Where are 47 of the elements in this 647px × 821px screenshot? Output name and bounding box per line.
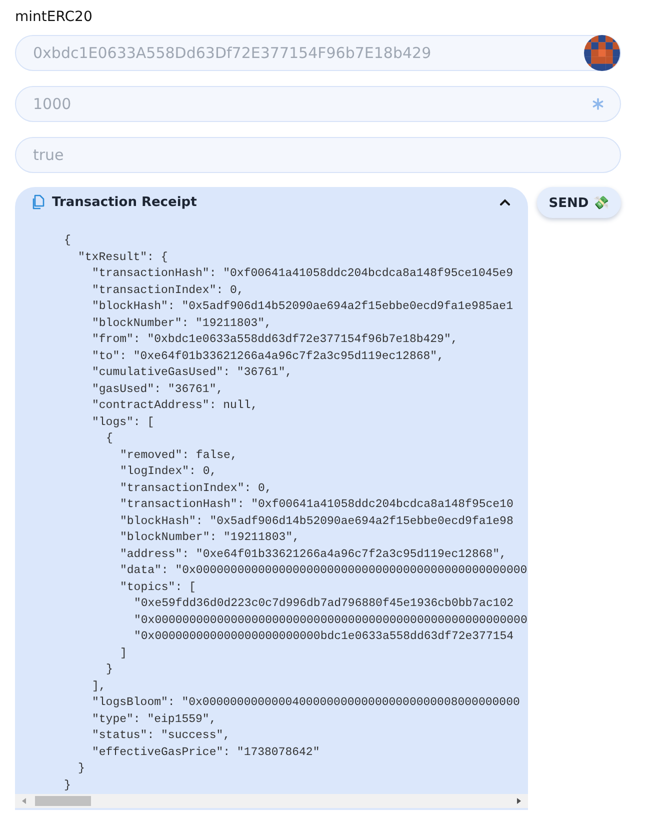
code-line: "to": "0xe64f01b33621266a4a96c7f2a3c95d119ec12868",: [92, 350, 444, 362]
code-line: ],: [92, 680, 106, 692]
code-line: "logsBloom": "0x0000000000000400000000000000000000008000000000: [92, 696, 520, 709]
code-line: {: [106, 432, 113, 445]
code-line: }: [64, 778, 71, 792]
send-button[interactable]: SEND 💸: [537, 187, 621, 218]
code-line: "blockHash": "0x5adf906d14b52090ae694a2f15ebbe0ecd9fa1e98: [120, 514, 514, 528]
avatar-icon: [584, 35, 620, 71]
code-line: "address": "0xe64f01b33621266a4a96c7f2a3c95d119ec12868",: [120, 548, 506, 560]
code-line: "status": "success",: [92, 729, 230, 742]
code-line: "removed": false,: [120, 448, 238, 462]
copy-icon[interactable]: [30, 194, 46, 210]
input-field[interactable]: true: [15, 137, 621, 173]
scroll-right-icon[interactable]: [516, 797, 522, 805]
code-line: "transactionHash": "0xf00641a41058ddc204bcdca8a148f95ce10: [120, 498, 514, 511]
code-line: "data": "0x000000000000000000000000000000000000000000000000: [120, 564, 528, 577]
code-line: "type": "eip1559",: [92, 712, 216, 726]
code-line: "contractAddress": null,: [92, 399, 258, 412]
code-line: "topics": [: [120, 580, 196, 594]
code-line: "0x000000000000000000000000bdc1e0633a558dd63df72e377154: [134, 630, 514, 643]
code-line: ]: [120, 646, 127, 660]
code-line: "effectiveGasPrice": "1738078642": [92, 746, 320, 758]
input-field[interactable]: 0xbdc1E0633A558Dd63Df72E377154F96b7E18b429: [15, 35, 621, 71]
input-field[interactable]: 1000: [15, 86, 621, 122]
asterisk-icon: [592, 98, 604, 110]
code-line: "transactionIndex": 0,: [92, 284, 244, 296]
function-title: mintERC20: [15, 8, 94, 26]
scroll-left-icon[interactable]: [21, 797, 27, 805]
code-line: "blockNumber": "19211803",: [92, 316, 272, 330]
code-line: "0xe59fdd36d0d223c0c7d996db7ad796880f45e1936cb0bb7ac102: [134, 597, 514, 610]
panel-title: Transaction Receipt: [52, 194, 198, 210]
code-line: "transactionIndex": 0,: [120, 482, 272, 494]
code-line: }: [106, 663, 113, 676]
code-line: "logs": [: [92, 416, 154, 428]
code-line: {: [64, 234, 71, 247]
code-line: "logIndex": 0,: [120, 465, 217, 478]
code-line: "0x000000000000000000000000000000000000000000000000000000: [134, 614, 528, 626]
caret-icon[interactable]: [499, 198, 511, 206]
code-line: "txResult": {: [78, 250, 168, 264]
code-line: "cumulativeGasUsed": "36761",: [92, 366, 292, 379]
code-line: "blockHash": "0x5adf906d14b52090ae694a2f15ebbe0ecd9fa1e985ae1: [92, 300, 513, 313]
code-line: "transactionHash": "0xf00641a41058ddc204bcdca8a148f95ce1045e9: [92, 267, 513, 280]
code-line: "gasUsed": "36761",: [92, 382, 224, 396]
scrollbar-thumb[interactable]: [35, 796, 91, 806]
code-line: "from": "0xbdc1e0633a558dd63df72e377154f96b7e18b429",: [92, 333, 458, 346]
code-line: }: [78, 762, 85, 775]
code-line: "blockNumber": "19211803",: [120, 531, 300, 544]
